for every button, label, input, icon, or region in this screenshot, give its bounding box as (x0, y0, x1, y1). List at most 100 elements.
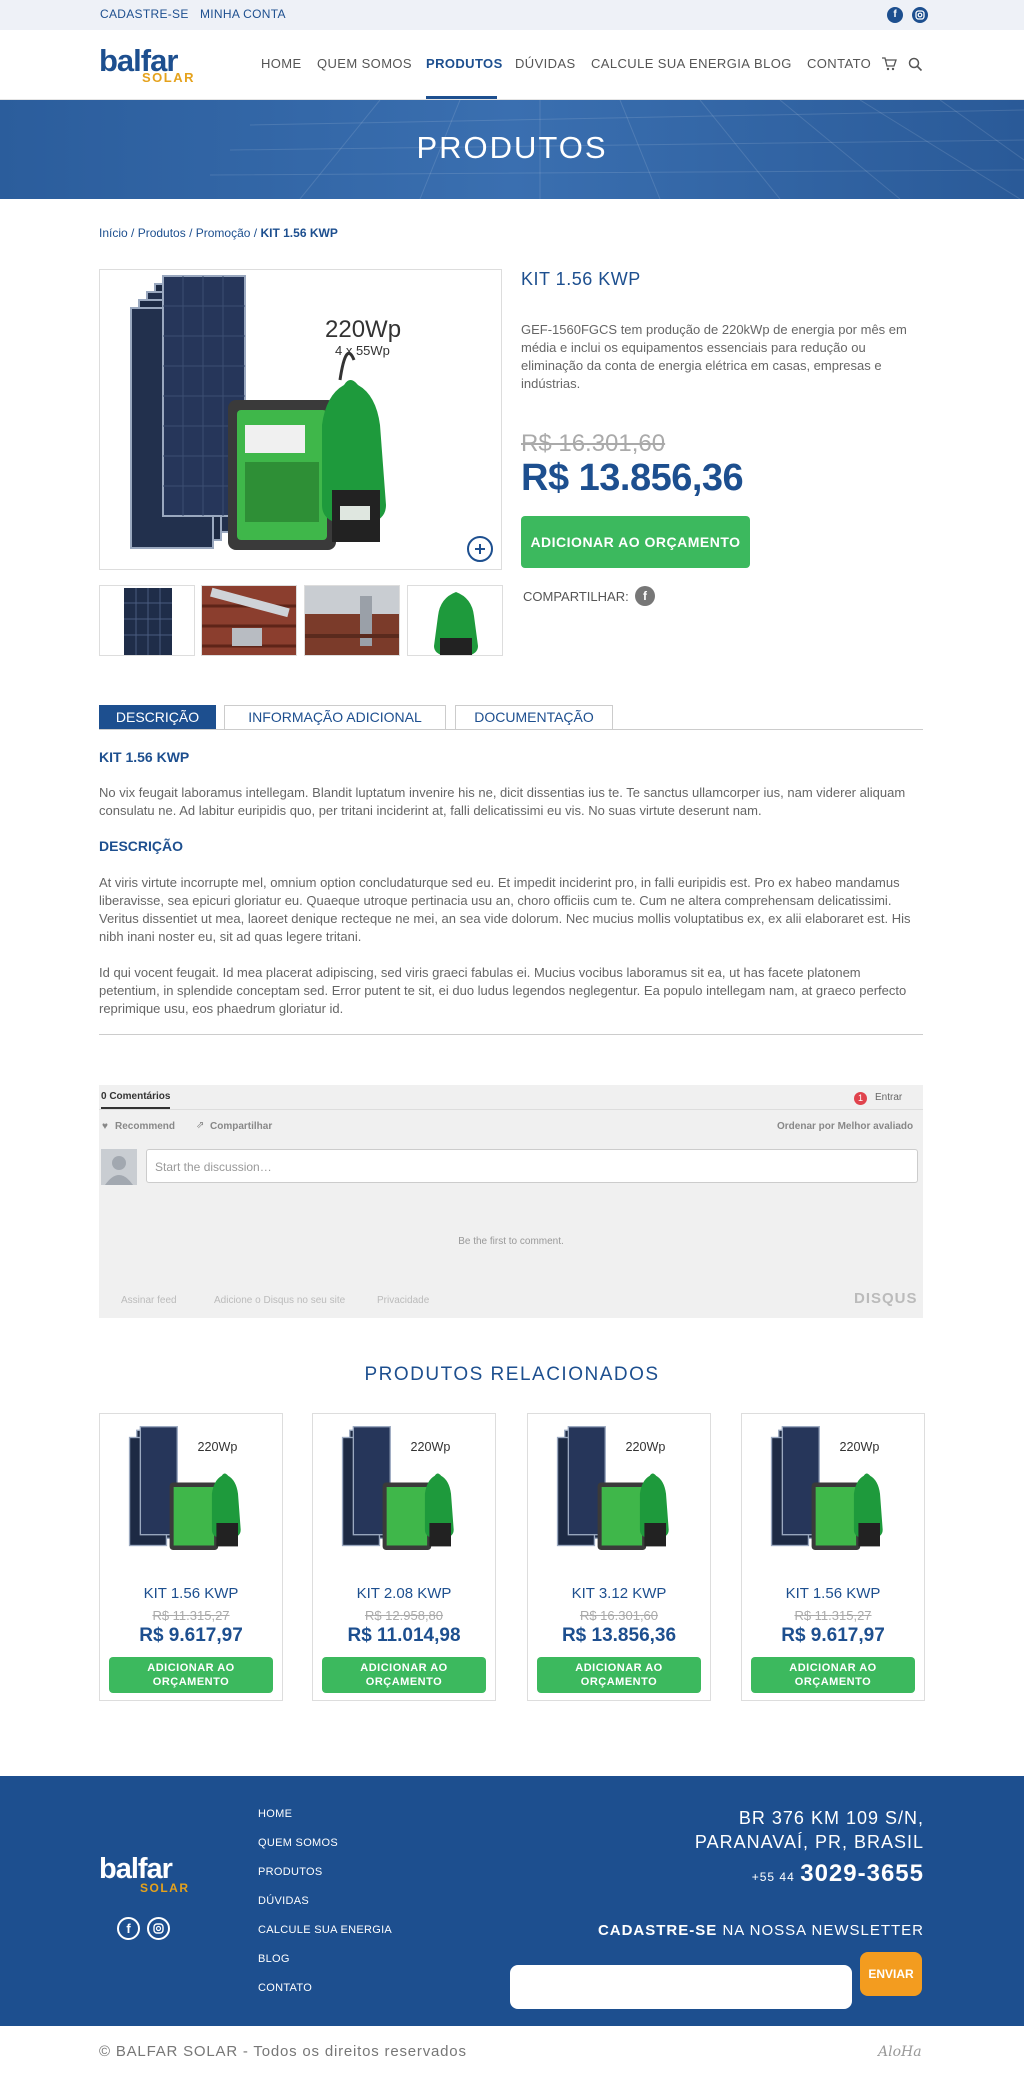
newsletter-label: CADASTRE-SE NA NOSSA NEWSLETTER (598, 1922, 924, 1939)
footer-link-home[interactable]: HOME (258, 1808, 292, 1820)
related-add-button[interactable]: ADICIONAR AO ORÇAMENTO (751, 1657, 915, 1693)
comments-count-tab[interactable]: 0 Comentários (101, 1091, 171, 1109)
privacy-link[interactable]: Privacidade (377, 1295, 429, 1306)
share-comments-button[interactable]: Compartilhar (210, 1121, 272, 1132)
crumb-inicio[interactable]: Início (99, 226, 128, 240)
crumb-promocao[interactable]: Promoção (196, 226, 251, 240)
related-old-price: R$ 11.315,27 (794, 1608, 872, 1623)
nav-produtos[interactable]: PRODUTOS (426, 56, 503, 71)
svg-text:220Wp: 220Wp (198, 1440, 238, 1454)
nav-duvidas[interactable]: DÚVIDAS (515, 56, 576, 71)
newsletter-email-input[interactable] (510, 1965, 852, 2009)
login-menu[interactable]: Entrar (875, 1092, 902, 1103)
tab-descricao[interactable]: DESCRIÇÃO (99, 705, 216, 729)
related-price: R$ 9.617,97 (781, 1625, 885, 1646)
copyright: © BALFAR SOLAR - Todos os direitos reser… (99, 2043, 467, 2060)
footer-logo-sub: SOLAR (140, 1881, 190, 1895)
related-product-image: 220Wp (341, 1426, 454, 1550)
disqus-logo[interactable]: DISQUS (854, 1290, 918, 1307)
phone-number[interactable]: 3029-3655 (800, 1860, 924, 1887)
nav-home[interactable]: HOME (261, 56, 302, 71)
related-add-button[interactable]: ADICIONAR AO ORÇAMENTO (537, 1657, 701, 1693)
nav-blog[interactable]: BLOG (754, 56, 792, 71)
related-card[interactable]: 220Wp KIT 3.12 KWP R$ 16.301,60 R$ 13.85… (527, 1413, 711, 1701)
signup-link[interactable]: CADASTRE-SE (100, 7, 189, 21)
top-bar: CADASTRE-SE MINHA CONTA f (0, 0, 1024, 30)
related-card[interactable]: 220Wp KIT 1.56 KWP R$ 11.315,27 R$ 9.617… (741, 1413, 925, 1701)
related-product-image: 220Wp (770, 1426, 883, 1550)
zoom-icon[interactable] (468, 537, 492, 561)
credit-logo[interactable]: AloHa (878, 2044, 922, 2060)
comment-input[interactable]: Start the discussion… (146, 1149, 918, 1183)
product-title: KIT 1.56 KWP (521, 269, 641, 289)
related-old-price: R$ 12.958,80 (364, 1608, 444, 1623)
comment-placeholder: Start the discussion… (155, 1160, 272, 1174)
description-subheading: DESCRIÇÃO (99, 838, 184, 854)
footer-link-duvidas[interactable]: DÚVIDAS (258, 1895, 309, 1907)
notification-badge: 1 (854, 1092, 867, 1105)
related-add-button[interactable]: ADICIONAR AO ORÇAMENTO (109, 1657, 273, 1693)
footer-link-contato[interactable]: CONTATO (258, 1982, 312, 1994)
share-icon[interactable]: ⇗ (196, 1120, 204, 1131)
related-price: R$ 9.617,97 (139, 1625, 243, 1646)
logo-sub: SOLAR (142, 70, 195, 85)
footer-facebook-icon[interactable]: f (117, 1917, 140, 1940)
tab-informacao-adicional[interactable]: INFORMAÇÃO ADICIONAL (224, 705, 446, 729)
add-to-quote-button[interactable]: ADICIONAR AO ORÇAMENTO (521, 516, 750, 568)
newsletter-label-rest: NA NOSSA NEWSLETTER (722, 1922, 924, 1939)
newsletter-send-button[interactable]: ENVIAR (860, 1952, 922, 1996)
related-name[interactable]: KIT 1.56 KWP (742, 1585, 924, 1602)
related-card[interactable]: 220Wp KIT 2.08 KWP R$ 12.958,80 R$ 11.01… (312, 1413, 496, 1701)
product-old-price: R$ 16.301,60 (521, 430, 666, 457)
facebook-icon[interactable]: f (887, 7, 903, 23)
footer-link-calcule[interactable]: CALCULE SUA ENERGIA (258, 1924, 392, 1936)
address-line-2: PARANAVAÍ, PR, BRASIL (694, 1832, 924, 1852)
footer-instagram-icon[interactable] (147, 1917, 170, 1940)
crumb-produtos[interactable]: Produtos (138, 226, 186, 240)
thumbnail-roof-mount[interactable] (201, 585, 297, 656)
tab-divider (99, 729, 923, 730)
nav-calcule[interactable]: CALCULE SUA ENERGIA (591, 56, 750, 71)
related-name[interactable]: KIT 1.56 KWP (100, 1585, 282, 1602)
empty-comments-message: Be the first to comment. (458, 1236, 564, 1247)
description-heading: KIT 1.56 KWP (99, 749, 190, 765)
product-main-image[interactable]: 220Wp 4 x 55Wp (99, 269, 502, 570)
heart-icon[interactable]: ♥ (102, 1121, 108, 1132)
thumbnail-pump[interactable] (407, 585, 503, 656)
description-paragraph-1: No vix feugait laboramus intellegam. Bla… (99, 785, 906, 818)
sort-menu[interactable]: Ordenar por Melhor avaliado (777, 1121, 913, 1132)
cart-icon[interactable] (881, 57, 897, 76)
crumb-current: KIT 1.56 KWP (260, 226, 338, 240)
related-old-price: R$ 16.301,60 (579, 1608, 659, 1623)
footer-link-produtos[interactable]: PRODUTOS (258, 1866, 323, 1878)
add-disqus-link[interactable]: Adicione o Disqus no seu site (214, 1295, 345, 1306)
related-name[interactable]: KIT 3.12 KWP (528, 1585, 710, 1602)
footer-link-quem-somos[interactable]: QUEM SOMOS (258, 1837, 338, 1849)
related-title: PRODUTOS RELACIONADOS (364, 1364, 660, 1385)
nav-quem-somos[interactable]: QUEM SOMOS (317, 56, 412, 71)
recommend-button[interactable]: Recommend (115, 1121, 175, 1132)
footer-link-blog[interactable]: BLOG (258, 1953, 290, 1965)
product-price: R$ 13.856,36 (521, 457, 744, 499)
tab-documentacao[interactable]: DOCUMENTAÇÃO (455, 705, 613, 729)
related-card[interactable]: 220Wp KIT 1.56 KWP R$ 11.315,27 R$ 9.617… (99, 1413, 283, 1701)
avatar (101, 1149, 137, 1185)
nav-contato[interactable]: CONTATO (807, 56, 871, 71)
thumbnail-rail[interactable] (304, 585, 400, 656)
instagram-icon[interactable] (912, 7, 928, 23)
thumbnail-panel[interactable] (99, 585, 195, 656)
related-name[interactable]: KIT 2.08 KWP (313, 1585, 495, 1602)
account-link[interactable]: MINHA CONTA (200, 7, 286, 21)
related-add-button[interactable]: ADICIONAR AO ORÇAMENTO (322, 1657, 486, 1693)
share-facebook-icon[interactable]: f (635, 586, 655, 606)
solar-kit-illustration (130, 275, 493, 562)
related-product-image: 220Wp (556, 1426, 669, 1550)
search-icon[interactable] (908, 57, 923, 77)
product-short-description: GEF-1560FGCS tem produção de 220kWp de e… (521, 322, 907, 391)
bottom-bar: © BALFAR SOLAR - Todos os direitos reser… (0, 2026, 1024, 2075)
subscribe-link[interactable]: Assinar feed (121, 1295, 177, 1306)
comments-section: 0 Comentários 1 Entrar ♥ Recommend ⇗ Com… (99, 1085, 923, 1318)
newsletter-label-bold: CADASTRE-SE (597, 1922, 718, 1939)
image-label-small: 4 x 55Wp (335, 343, 390, 358)
related-price: R$ 13.856,36 (561, 1625, 677, 1646)
